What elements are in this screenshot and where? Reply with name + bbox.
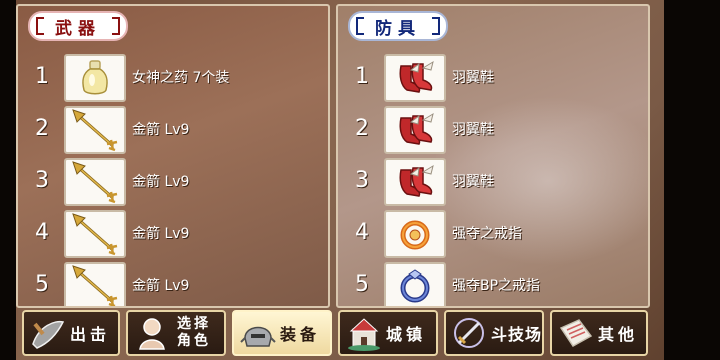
winged-boots-icon	[399, 60, 434, 93]
item-name: 羽翼鞋	[452, 122, 494, 138]
item-name: 强夺BP之戒指	[452, 278, 541, 294]
arena-button[interactable]: 斗技场	[444, 310, 544, 356]
golden-arrow-icon	[72, 265, 118, 306]
armor-slot-1[interactable]: 1 羽翼鞋	[338, 53, 648, 103]
potion-bottle-icon	[82, 60, 108, 95]
item-name: 金箭 Lv9	[132, 174, 190, 190]
select-character-line2: 角色	[177, 333, 211, 349]
other-button[interactable]: 其他	[550, 310, 648, 356]
blue-ring-icon	[400, 269, 430, 303]
item-name: 女神之药 7个装	[132, 70, 230, 86]
tab-bracket-right	[112, 17, 120, 35]
item-icon-box	[64, 54, 126, 102]
slot-number: 5	[35, 272, 49, 297]
select-character-button[interactable]: 选择 角色	[126, 310, 226, 356]
armor-slot-2[interactable]: 2 羽翼鞋	[338, 105, 648, 155]
town-icon	[342, 313, 386, 353]
game-screen: 武器 1 女神之药 7个装 2 金箭 Lv9 3 金箭 Lv9 4 金箭 Lv9…	[0, 0, 720, 360]
other-label: 其他	[598, 325, 639, 344]
weapon-panel: 武器 1 女神之药 7个装 2 金箭 Lv9 3 金箭 Lv9 4 金箭 Lv9…	[16, 4, 330, 308]
item-name: 金箭 Lv9	[132, 226, 190, 242]
item-name: 金箭 Lv9	[132, 122, 190, 138]
weapon-slot-3[interactable]: 3 金箭 Lv9	[18, 157, 328, 207]
slot-number: 3	[35, 168, 49, 193]
item-name: 强夺之戒指	[452, 226, 522, 242]
weapon-tab[interactable]: 武器	[28, 11, 128, 41]
arena-label: 斗技场	[490, 325, 542, 344]
item-icon-box	[64, 106, 126, 154]
item-icon-box	[384, 158, 446, 206]
character-icon	[130, 313, 174, 353]
armor-slot-4[interactable]: 4 强夺之戒指	[338, 209, 648, 259]
item-icon-box	[64, 262, 126, 306]
slot-number: 2	[355, 116, 369, 141]
item-name: 金箭 Lv9	[132, 278, 190, 294]
sortie-label: 出击	[70, 325, 111, 344]
winged-boots-icon	[399, 112, 434, 145]
sortie-button[interactable]: 出击	[22, 310, 120, 356]
tab-bracket-left	[36, 17, 44, 35]
item-name: 羽翼鞋	[452, 174, 494, 190]
weapon-slot-4[interactable]: 4 金箭 Lv9	[18, 209, 328, 259]
select-character-line1: 选择	[177, 316, 211, 332]
helmet-icon	[236, 313, 280, 353]
slot-number: 2	[35, 116, 49, 141]
slot-number: 3	[355, 168, 369, 193]
golden-arrow-icon	[72, 109, 118, 152]
armor-panel: 防具 1 羽翼鞋 2 羽翼鞋 3 羽翼鞋 4 强夺之戒指 5 强夺BP之戒指	[336, 4, 650, 308]
armor-tab[interactable]: 防具	[348, 11, 448, 41]
sortie-icon	[26, 313, 70, 353]
sword-icon	[448, 313, 491, 353]
select-character-label: 选择 角色	[174, 316, 214, 350]
item-icon-box	[64, 158, 126, 206]
item-icon-box	[384, 262, 446, 306]
equipment-label: 装备	[280, 325, 321, 344]
weapon-tab-label: 武器	[55, 18, 101, 39]
tab-bracket-left	[356, 17, 364, 35]
tab-bracket-right	[432, 17, 440, 35]
slot-number: 1	[35, 64, 49, 89]
slot-number: 1	[355, 64, 369, 89]
armor-tab-label: 防具	[375, 18, 421, 39]
scroll-icon	[554, 313, 598, 353]
item-icon-box	[384, 54, 446, 102]
slot-number: 5	[355, 272, 369, 297]
golden-arrow-icon	[72, 161, 118, 204]
winged-boots-icon	[399, 164, 434, 197]
slot-number: 4	[355, 220, 369, 245]
item-name: 羽翼鞋	[452, 70, 494, 86]
equipment-button[interactable]: 装备	[232, 310, 332, 356]
item-icon-box	[384, 210, 446, 258]
armor-slot-3[interactable]: 3 羽翼鞋	[338, 157, 648, 207]
weapon-slot-1[interactable]: 1 女神之药 7个装	[18, 53, 328, 103]
town-button[interactable]: 城镇	[338, 310, 438, 356]
orange-ring-icon	[400, 220, 430, 250]
item-icon-box	[384, 106, 446, 154]
town-label: 城镇	[386, 325, 427, 344]
armor-slot-5[interactable]: 5 强夺BP之戒指	[338, 261, 648, 306]
item-icon-box	[64, 210, 126, 258]
golden-arrow-icon	[72, 213, 118, 256]
slot-number: 4	[35, 220, 49, 245]
weapon-slot-5[interactable]: 5 金箭 Lv9	[18, 261, 328, 306]
weapon-slot-2[interactable]: 2 金箭 Lv9	[18, 105, 328, 155]
